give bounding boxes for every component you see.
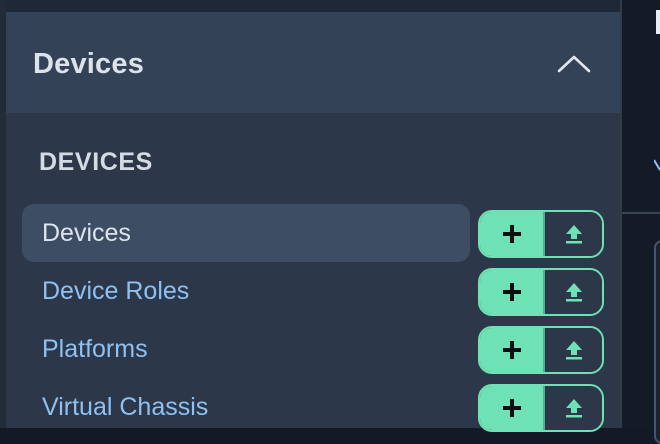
upload-icon [565, 283, 582, 302]
sidebar-item-devices[interactable]: Devices [22, 204, 470, 262]
plus-icon [502, 399, 521, 417]
plus-icon [502, 341, 521, 359]
sidebar-item-label: Devices [42, 218, 131, 247]
divider [622, 212, 660, 214]
sidebar-item-device-roles[interactable]: Device Roles [22, 262, 470, 320]
plus-icon [502, 283, 521, 301]
import-button[interactable] [543, 270, 602, 314]
item-actions [478, 268, 604, 316]
sidebar-item-label: Platforms [42, 334, 148, 363]
plus-icon [502, 225, 521, 243]
page-title-fragment [656, 10, 660, 34]
list-item: Virtual Chassis [6, 378, 620, 436]
sidebar-top-strip [6, 0, 620, 12]
sidebar-item-label: Device Roles [42, 276, 190, 305]
import-button[interactable] [543, 386, 602, 430]
section-header-devices[interactable]: Devices [6, 12, 620, 113]
add-button[interactable] [480, 386, 543, 430]
upload-icon [565, 225, 582, 244]
list-item: Device Roles [6, 262, 620, 320]
sidebar-item-label: Virtual Chassis [42, 392, 209, 421]
add-button[interactable] [480, 270, 543, 314]
item-actions [478, 210, 604, 258]
group-heading: DEVICES [39, 148, 153, 176]
section-title: Devices [33, 48, 145, 80]
add-button[interactable] [480, 212, 543, 256]
upload-icon [565, 341, 582, 360]
add-button[interactable] [480, 328, 543, 372]
item-actions [478, 326, 604, 374]
import-button[interactable] [543, 212, 602, 256]
chevron-down-icon [654, 159, 660, 171]
import-button[interactable] [543, 328, 602, 372]
sidebar-item-platforms[interactable]: Platforms [22, 320, 470, 378]
list-item: Devices [6, 204, 620, 262]
content-card-edge [654, 240, 660, 444]
upload-icon [565, 399, 582, 418]
list-item: Platforms [6, 320, 620, 378]
sidebar-item-virtual-chassis[interactable]: Virtual Chassis [22, 378, 470, 436]
item-actions [478, 384, 604, 432]
sidebar: Devices DEVICES Devices Device Roles Pla… [0, 0, 620, 432]
chevron-up-icon[interactable] [556, 52, 592, 76]
